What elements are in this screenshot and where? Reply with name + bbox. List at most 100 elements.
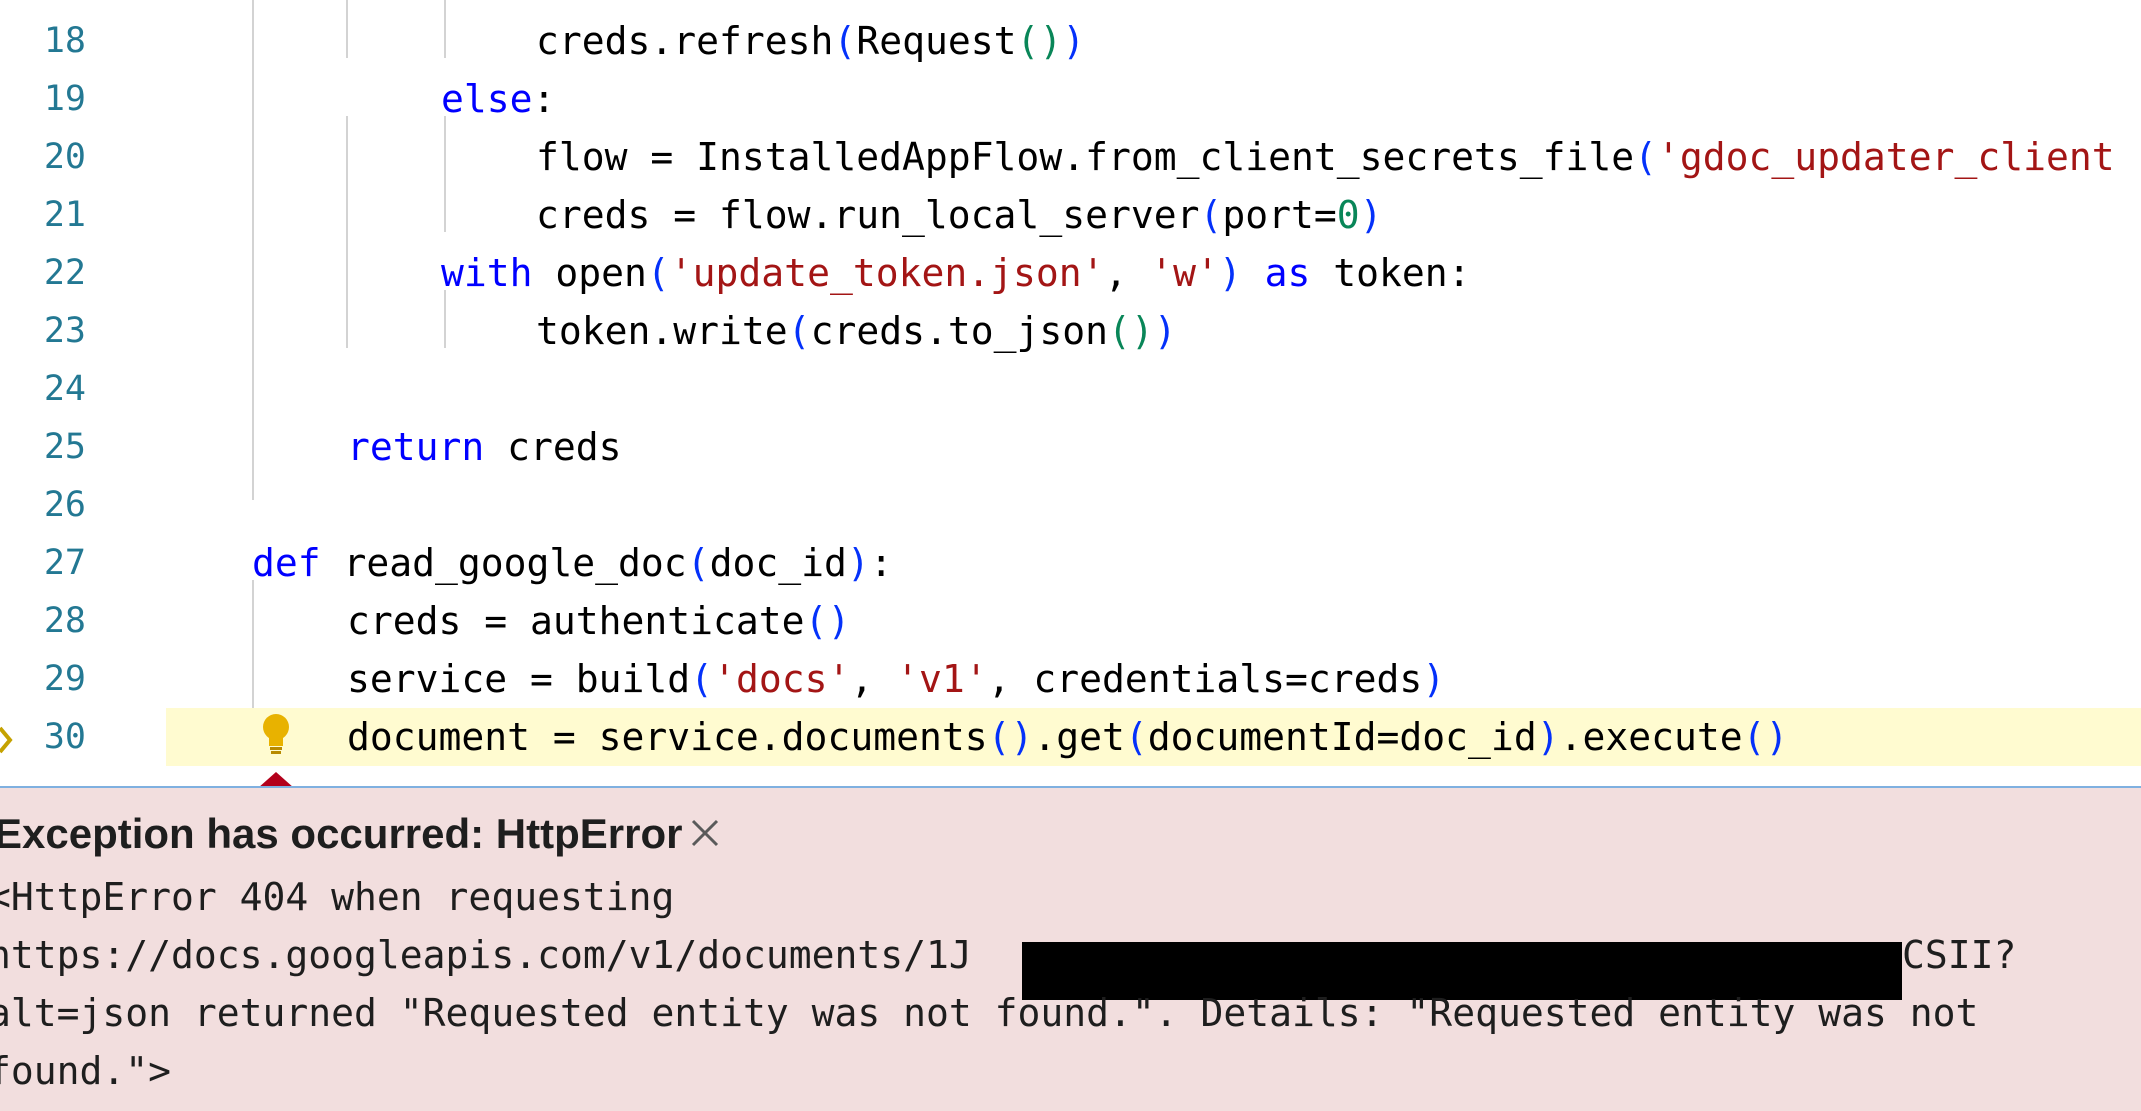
code-token: () bbox=[1107, 309, 1154, 353]
code-token: flow = InstalledAppFlow.from_client_secr… bbox=[536, 135, 1635, 179]
code-token: ( bbox=[1124, 715, 1148, 759]
code-token: read_google_doc bbox=[320, 541, 687, 585]
code-token: 'w' bbox=[1150, 251, 1219, 295]
code-token: .execute bbox=[1559, 715, 1743, 759]
code-token: : bbox=[869, 541, 893, 585]
code-token: () bbox=[804, 599, 851, 643]
code-token: return bbox=[347, 425, 485, 469]
code-token: token.write bbox=[536, 309, 788, 353]
code-token: 'v1' bbox=[896, 657, 988, 701]
code-text: return creds bbox=[347, 418, 622, 476]
code-token: creds = flow.run_local_server bbox=[536, 193, 1200, 237]
code-line[interactable]: 24 bbox=[0, 360, 2141, 418]
code-text: creds.refresh(Request()) bbox=[536, 12, 1085, 70]
code-token: with bbox=[441, 251, 533, 295]
code-token: ) bbox=[846, 541, 870, 585]
code-text: with open('update_token.json', 'w') as t… bbox=[441, 244, 1471, 302]
code-token: document = service.documents bbox=[347, 715, 988, 759]
lightbulb-icon[interactable] bbox=[258, 712, 294, 756]
code-text: creds = authenticate() bbox=[347, 592, 850, 650]
code-token: creds bbox=[484, 425, 622, 469]
code-token: open bbox=[532, 251, 647, 295]
code-token: documentId=doc_id bbox=[1147, 715, 1537, 759]
code-text: def read_google_doc(doc_id): bbox=[252, 534, 893, 592]
code-token: ( bbox=[686, 541, 710, 585]
exception-widget: Exception has occurred: HttpError <HttpE… bbox=[0, 786, 2141, 1111]
exception-message-line: found."> bbox=[0, 1049, 172, 1093]
code-line[interactable]: 20 flow = InstalledAppFlow.from_client_s… bbox=[0, 128, 2141, 186]
code-token: service = build bbox=[347, 657, 691, 701]
line-number: 23 bbox=[43, 311, 86, 351]
line-number: 21 bbox=[43, 195, 86, 235]
code-token: , bbox=[1104, 251, 1151, 295]
code-text: flow = InstalledAppFlow.from_client_secr… bbox=[536, 128, 2115, 186]
code-token: creds = authenticate bbox=[347, 599, 805, 643]
code-text: creds = flow.run_local_server(port=0) bbox=[536, 186, 1383, 244]
code-text: token.write(creds.to_json()) bbox=[536, 302, 1177, 360]
code-token: doc_id bbox=[709, 541, 847, 585]
code-token: port= bbox=[1222, 193, 1337, 237]
line-number: 20 bbox=[43, 137, 86, 177]
code-line[interactable]: 29 service = build('docs', 'v1', credent… bbox=[0, 650, 2141, 708]
code-line[interactable]: 22 with open('update_token.json', 'w') a… bbox=[0, 244, 2141, 302]
line-number: 18 bbox=[43, 21, 86, 61]
code-line[interactable]: 21 creds = flow.run_local_server(port=0) bbox=[0, 186, 2141, 244]
code-token: , credentials=creds bbox=[987, 657, 1423, 701]
code-token: 'update_token.json' bbox=[669, 251, 1105, 295]
line-number: 28 bbox=[43, 601, 86, 641]
code-line[interactable]: 27 def read_google_doc(doc_id): bbox=[0, 534, 2141, 592]
exception-title: Exception has occurred: HttpError bbox=[0, 810, 683, 857]
code-text: document = service.documents().get(docum… bbox=[347, 708, 1788, 766]
code-token: ) bbox=[1536, 715, 1560, 759]
code-token: ( bbox=[1634, 135, 1658, 179]
code-line[interactable]: 23 token.write(creds.to_json()) bbox=[0, 302, 2141, 360]
code-token: Request bbox=[856, 19, 1017, 63]
code-token: .get bbox=[1033, 715, 1125, 759]
code-token: 'docs' bbox=[713, 657, 851, 701]
code-token: ( bbox=[646, 251, 670, 295]
code-token: ( bbox=[833, 19, 857, 63]
line-number: 22 bbox=[43, 253, 86, 293]
line-number: 25 bbox=[43, 427, 86, 467]
code-line[interactable]: 26 bbox=[0, 476, 2141, 534]
code-editor[interactable]: 18 creds.refresh(Request()) 19 else: 20 … bbox=[0, 0, 2141, 786]
code-line[interactable]: 18 creds.refresh(Request()) bbox=[0, 12, 2141, 70]
code-token: : bbox=[532, 77, 556, 121]
line-number: 27 bbox=[43, 543, 86, 583]
line-number: 24 bbox=[43, 369, 86, 409]
line-number: 26 bbox=[43, 485, 86, 525]
code-token: ) bbox=[1062, 19, 1086, 63]
code-token: () bbox=[1016, 19, 1063, 63]
code-token: ( bbox=[1199, 193, 1223, 237]
current-execution-line[interactable]: document = service.documents().get(docum… bbox=[166, 708, 2141, 766]
code-token: else bbox=[441, 77, 533, 121]
code-token: ) bbox=[1153, 309, 1177, 353]
code-text: else: bbox=[441, 70, 555, 128]
code-token: () bbox=[1742, 715, 1789, 759]
exception-message-line: <HttpError 404 when requesting bbox=[0, 875, 675, 919]
code-token: 0 bbox=[1336, 193, 1360, 237]
code-token: creds.refresh bbox=[536, 19, 834, 63]
code-token: def bbox=[252, 541, 321, 585]
exception-message-tail: CSII? bbox=[1902, 933, 2017, 977]
code-token: ) bbox=[1422, 657, 1446, 701]
code-token: as bbox=[1241, 251, 1311, 295]
code-token: ( bbox=[787, 309, 811, 353]
close-icon[interactable] bbox=[688, 816, 722, 850]
exception-pointer-icon bbox=[260, 772, 292, 786]
code-text: service = build('docs', 'v1', credential… bbox=[347, 650, 1445, 708]
line-number: 29 bbox=[43, 659, 86, 699]
current-line-arrow-icon bbox=[0, 726, 13, 754]
code-token: 'gdoc_updater_client bbox=[1657, 135, 2115, 179]
code-line[interactable]: 25 return creds bbox=[0, 418, 2141, 476]
code-line[interactable]: 28 creds = authenticate() bbox=[0, 592, 2141, 650]
exception-message-line: alt=json returned "Requested entity was … bbox=[0, 991, 1979, 1035]
code-token: ) bbox=[1359, 193, 1383, 237]
code-token: () bbox=[987, 715, 1034, 759]
code-token: creds.to_json bbox=[810, 309, 1108, 353]
code-token: ( bbox=[690, 657, 714, 701]
line-number: 19 bbox=[43, 79, 86, 119]
code-token: token: bbox=[1310, 251, 1471, 295]
code-token: ) bbox=[1218, 251, 1242, 295]
code-line[interactable]: 19 else: bbox=[0, 70, 2141, 128]
